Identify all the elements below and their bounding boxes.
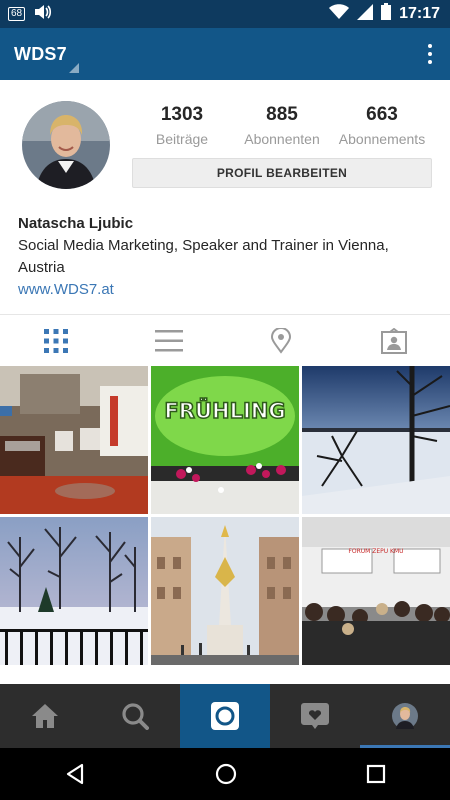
nav-activity[interactable] [270, 684, 360, 748]
nav-search[interactable] [90, 684, 180, 748]
volume-icon [33, 4, 53, 25]
stat-number: 1303 [160, 104, 204, 125]
grid-photo[interactable]: FRÜHLING [151, 366, 299, 514]
photo-fruehling: FRÜHLING [164, 398, 285, 423]
stat-following[interactable]: 663 Abonnements [332, 104, 432, 147]
grid-photo[interactable]: FORUM ZEPU KMU [302, 517, 450, 665]
stat-posts[interactable]: 1303 Beiträge [132, 104, 232, 147]
list-view-icon [154, 329, 183, 351]
stat-label: Abonnenten [244, 131, 320, 147]
recents-icon[interactable] [366, 764, 386, 784]
tab-tagged-photos[interactable] [338, 315, 450, 366]
activity-heart-icon [301, 703, 329, 729]
photo-conference: FORUM ZEPU KMU [348, 548, 403, 555]
overflow-menu-icon [428, 44, 432, 64]
clock: 17:17 [399, 5, 440, 22]
home-icon [32, 704, 58, 728]
profile-description: Social Media Marketing, Speaker and Trai… [18, 237, 389, 276]
tab-list-view[interactable] [113, 315, 226, 366]
profile-avatar-icon [392, 703, 418, 729]
stat-followers[interactable]: 885 Abonnenten [232, 104, 332, 147]
camera-icon [211, 702, 239, 730]
photo-winter-lake [302, 366, 450, 514]
app-bar: WDS7 [0, 28, 450, 80]
tab-grid-view[interactable] [0, 315, 113, 366]
profile-website-link[interactable]: www.WDS7.at [18, 279, 438, 301]
home-circle-icon[interactable] [215, 763, 237, 785]
tagged-photos-icon [380, 327, 407, 354]
grid-photo[interactable] [302, 366, 450, 514]
dropdown-triangle-icon [68, 62, 79, 73]
edit-profile-button[interactable]: PROFIL BEARBEITEN [132, 158, 432, 188]
nav-camera[interactable] [180, 684, 270, 748]
overflow-menu-button[interactable] [410, 34, 450, 74]
stat-label: Abonnements [338, 131, 426, 147]
profile-bio: Natascha Ljubic Social Media Marketing, … [18, 213, 438, 301]
photo-grid: FRÜHLING FORUM ZEPU KMU [0, 366, 450, 684]
nav-home[interactable] [0, 684, 90, 748]
stat-number: 663 [366, 104, 398, 125]
grid-photo[interactable] [0, 517, 148, 665]
stat-number: 885 [266, 104, 298, 125]
system-navigation-bar [0, 748, 450, 800]
back-icon[interactable] [64, 763, 86, 785]
account-switcher[interactable]: WDS7 [14, 43, 79, 73]
tab-map-view[interactable] [225, 315, 338, 366]
grid-photo[interactable] [0, 366, 148, 514]
photo-hotel-lobby [0, 366, 148, 514]
nav-profile[interactable] [360, 684, 450, 748]
profile-stats: 1303 Beiträge 885 Abonnenten 663 Abonnem… [132, 104, 432, 147]
photo-snowy-park [0, 517, 148, 665]
wifi-icon [329, 3, 350, 25]
map-pin-icon [271, 327, 292, 354]
signal-icon [357, 3, 374, 25]
search-icon [122, 703, 149, 730]
profile-name: Natascha Ljubic [18, 215, 134, 232]
notification-badge-icon: 68 [8, 7, 26, 21]
account-title: WDS7 [14, 43, 67, 64]
grid-view-icon [44, 328, 69, 353]
bottom-navigation [0, 684, 450, 748]
profile-view-tabs [0, 314, 450, 366]
profile-avatar[interactable] [22, 101, 110, 189]
grid-photo[interactable] [151, 517, 299, 665]
status-bar: 68 17:17 [0, 0, 450, 28]
photo-vienna-column [151, 517, 299, 665]
stat-label: Beiträge [155, 131, 209, 147]
battery-icon [381, 3, 392, 25]
